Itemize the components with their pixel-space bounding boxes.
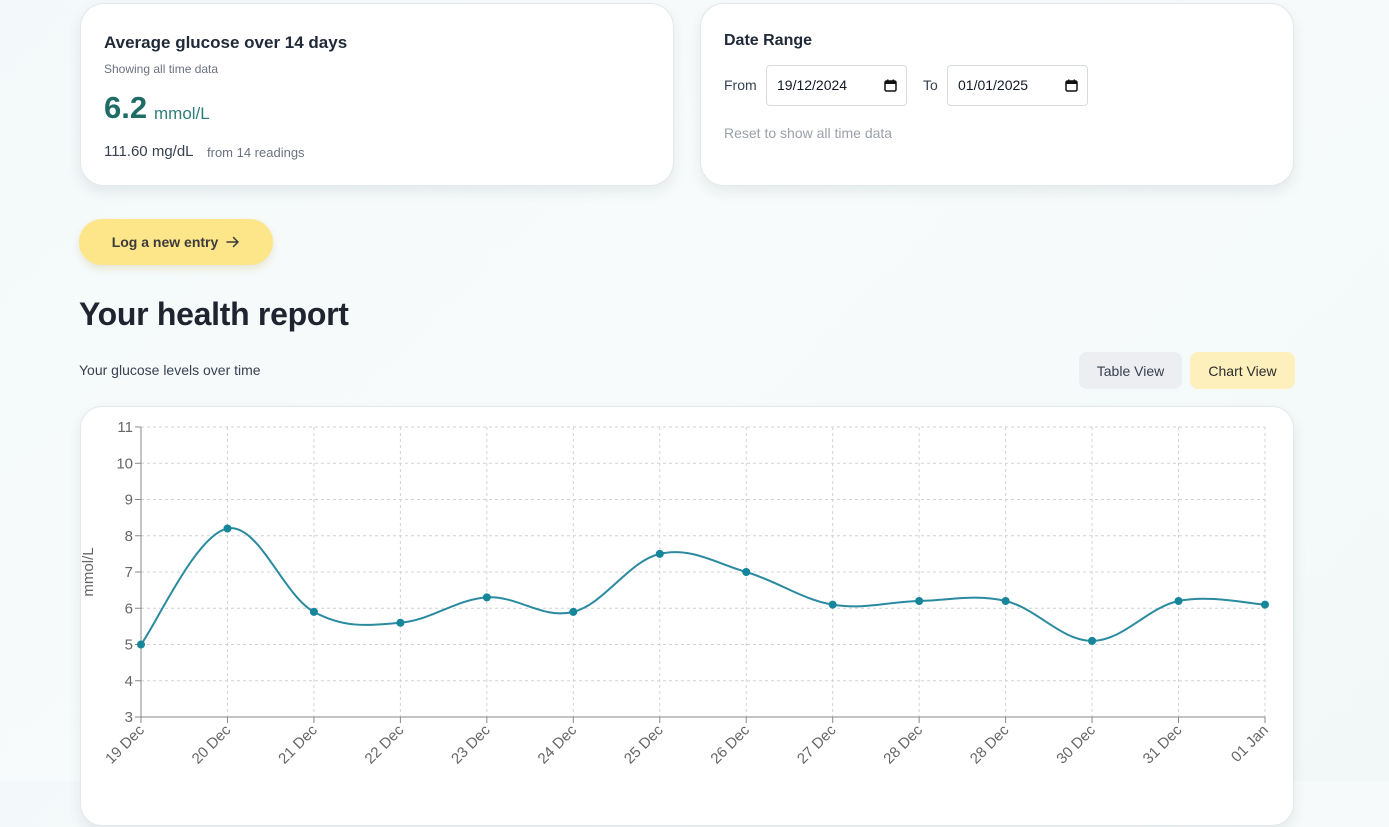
x-tick-label: 30 Dec [1053, 721, 1099, 767]
log-new-entry-label: Log a new entry [111, 234, 219, 250]
to-label: To [923, 77, 938, 93]
glucose-series-line [140, 527, 1266, 646]
data-point [1001, 597, 1010, 605]
average-card-subtitle: Showing all time data [104, 62, 219, 76]
data-point [655, 549, 664, 558]
x-tick-label: 31 Dec [1140, 721, 1186, 767]
y-tick-label: 3 [125, 709, 133, 726]
average-glucose-unit: mmol/L [154, 104, 210, 123]
data-point [569, 607, 578, 616]
data-point [223, 524, 232, 533]
data-point [828, 600, 837, 609]
average-glucose-value: 6.2 [104, 90, 148, 125]
y-tick-label: 8 [125, 528, 133, 545]
x-tick-label: 01 Jan [1228, 722, 1272, 766]
report-title: Your health report [79, 296, 349, 332]
data-point [396, 618, 405, 627]
average-glucose-card: Average glucose over 14 days Showing all… [80, 3, 674, 186]
x-tick-label: 21 Dec [275, 721, 321, 767]
x-tick-label: 22 Dec [362, 721, 408, 767]
chart-view-button[interactable]: Chart View [1190, 352, 1295, 389]
data-point [1174, 597, 1183, 605]
data-point [309, 607, 318, 616]
x-tick-label: 23 Dec [448, 721, 494, 767]
data-point [1261, 600, 1269, 609]
calendar-icon[interactable] [1065, 79, 1078, 92]
data-point [1088, 636, 1097, 645]
data-point [482, 593, 491, 602]
date-range-title: Date Range [724, 32, 813, 49]
to-date-value: 01/01/2025 [958, 77, 1029, 93]
calendar-icon[interactable] [884, 79, 897, 92]
reset-date-range-link[interactable]: Reset to show all time data [724, 125, 892, 141]
x-tick-label: 28 Dec [967, 721, 1013, 767]
from-date-input[interactable]: 19/12/2024 [766, 65, 907, 106]
y-tick-label: 4 [125, 673, 133, 690]
y-tick-label: 5 [125, 637, 133, 654]
y-tick-label: 11 [117, 419, 133, 436]
glucose-line-chart: 3 4 5 6 7 8 9 10 11 mmol/L 19 Dec 20 Dec 21 Dec 22 De… [81, 419, 1272, 767]
x-tick-label: 26 Dec [707, 721, 753, 767]
x-tick-label: 27 Dec [794, 721, 840, 767]
y-axis-label: mmol/L [81, 547, 97, 596]
table-view-button[interactable]: Table View [1079, 352, 1182, 389]
data-point [137, 640, 145, 649]
y-tick-label: 9 [125, 492, 133, 509]
y-tick-label: 10 [116, 455, 133, 472]
glucose-chart-card: 3 4 5 6 7 8 9 10 11 mmol/L 19 Dec 20 Dec 21 Dec 22 De… [80, 406, 1294, 826]
data-point [742, 568, 751, 576]
average-card-title: Average glucose over 14 days [104, 33, 348, 52]
log-new-entry-button[interactable]: Log a new entry [79, 219, 273, 265]
y-tick-label: 6 [125, 600, 133, 617]
x-tick-label: 25 Dec [621, 721, 667, 767]
x-tick-label: 24 Dec [535, 721, 581, 767]
readings-count: from 14 readings [207, 145, 305, 160]
average-glucose-mgdl: 111.60 mg/dL [104, 143, 194, 160]
data-point [915, 597, 924, 605]
report-subtitle: Your glucose levels over time [79, 362, 261, 378]
to-date-input[interactable]: 01/01/2025 [947, 65, 1088, 106]
y-tick-label: 7 [125, 564, 133, 581]
x-tick-label: 28 Dec [880, 721, 926, 767]
from-date-value: 19/12/2024 [777, 77, 848, 93]
date-range-card: Date Range From 19/12/2024 To 01/01/2025… [700, 3, 1294, 186]
x-tick-label: 20 Dec [189, 721, 235, 767]
arrow-right-icon [226, 236, 240, 248]
x-tick-label: 19 Dec [102, 721, 148, 767]
from-label: From [724, 77, 757, 93]
